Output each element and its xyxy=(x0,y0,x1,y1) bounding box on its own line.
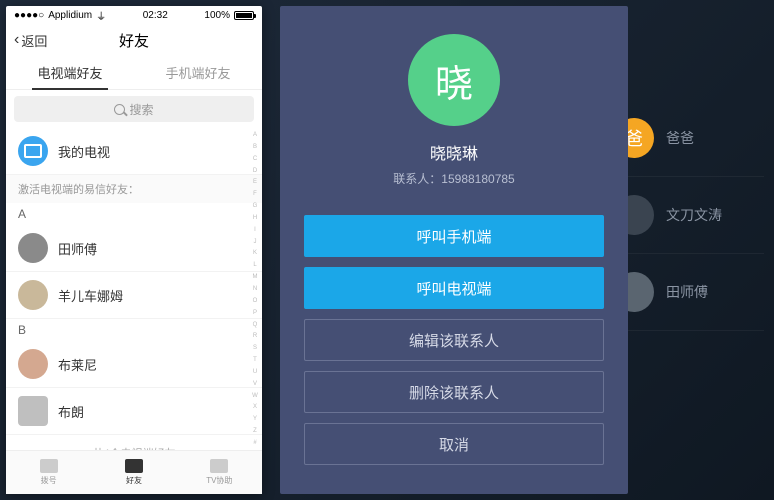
avatar xyxy=(18,280,48,310)
call-tv-button[interactable]: 呼叫电视端 xyxy=(304,267,604,309)
chevron-left-icon: ‹ xyxy=(14,31,19,49)
delete-contact-button[interactable]: 删除该联系人 xyxy=(304,371,604,413)
tv-contact-row[interactable]: 田师傅 xyxy=(614,254,764,331)
contact-name: 布朗 xyxy=(58,402,84,421)
tab-label: 拨号 xyxy=(41,475,57,486)
tab-dial[interactable]: 拨号 xyxy=(6,451,91,494)
search-input[interactable]: 搜索 xyxy=(14,96,254,122)
contact-name: 晓晓琳 xyxy=(430,140,478,164)
alpha-index[interactable]: ABCDEFGHIJKLMNOPQRSTUVWXYZ# xyxy=(250,132,260,446)
contact-name: 布莱尼 xyxy=(58,355,97,374)
search-icon xyxy=(114,104,125,115)
contact-phone: 联系人：15988180785 xyxy=(393,170,514,187)
call-mobile-button[interactable]: 呼叫手机端 xyxy=(304,215,604,257)
signal-dots: ●●●●○ xyxy=(14,10,44,21)
carrier-label: Applidium xyxy=(48,10,92,21)
contact-count: 共4个电视端好友 xyxy=(6,435,262,450)
contact-name: 田师傅 xyxy=(58,239,97,258)
tab-tv-friends[interactable]: 电视端好友 xyxy=(6,56,134,89)
tab-label: 好友 xyxy=(126,475,142,486)
back-button[interactable]: ‹ 返回 xyxy=(14,31,47,50)
tv-contact-name: 爸爸 xyxy=(666,128,694,148)
nav-bar: ‹ 返回 好友 xyxy=(6,24,262,56)
edit-contact-button[interactable]: 编辑该联系人 xyxy=(304,319,604,361)
contact-action-sheet: 晓 晓晓琳 联系人：15988180785 呼叫手机端 呼叫电视端 编辑该联系人… xyxy=(280,6,628,494)
avatar xyxy=(18,233,48,263)
contact-row[interactable]: 布朗 xyxy=(6,388,262,435)
contact-row[interactable]: 羊儿车娜姆 xyxy=(6,272,262,319)
tab-tv-assist[interactable]: TV协助 xyxy=(177,451,262,494)
friends-icon xyxy=(125,459,143,473)
letter-header-b: B xyxy=(6,319,262,341)
tab-friends[interactable]: 好友 xyxy=(91,451,176,494)
tv-contact-row[interactable]: 文刀文涛 xyxy=(614,177,764,254)
my-tv-row[interactable]: 我的电视 xyxy=(6,128,262,175)
contact-row[interactable]: 田师傅 xyxy=(6,225,262,272)
cancel-button[interactable]: 取消 xyxy=(304,423,604,465)
letter-header-a: A xyxy=(6,203,262,225)
tv-icon xyxy=(18,136,48,166)
phone-mockup: ●●●●○ Applidium ⏚ 02:32 100% ‹ 返回 好友 电视端… xyxy=(6,6,262,494)
tv-contact-name: 文刀文涛 xyxy=(666,205,722,225)
tv-assist-icon xyxy=(210,459,228,473)
battery-percent: 100% xyxy=(204,10,230,21)
dial-icon xyxy=(40,459,58,473)
contact-list: ABCDEFGHIJKLMNOPQRSTUVWXYZ# 我的电视 激活电视端的易… xyxy=(6,128,262,450)
back-label: 返回 xyxy=(21,31,47,50)
avatar xyxy=(18,349,48,379)
contact-row[interactable]: 布莱尼 xyxy=(6,341,262,388)
bottom-tab-bar: 拨号 好友 TV协助 xyxy=(6,450,262,494)
tab-label: TV协助 xyxy=(206,475,232,486)
status-bar: ●●●●○ Applidium ⏚ 02:32 100% xyxy=(6,6,262,24)
tab-phone-friends[interactable]: 手机端好友 xyxy=(134,56,262,89)
section-yixin: 激活电视端的易信好友： xyxy=(6,175,262,203)
search-placeholder: 搜索 xyxy=(129,101,153,118)
contact-phone-number: 15988180785 xyxy=(441,172,514,186)
my-tv-label: 我的电视 xyxy=(58,142,110,161)
page-title: 好友 xyxy=(119,30,149,51)
clock-label: 02:32 xyxy=(143,10,168,21)
contact-avatar: 晓 xyxy=(408,34,500,126)
tv-contact-list: 爸 爸爸 文刀文涛 田师傅 xyxy=(614,100,764,331)
tv-contact-name: 田师傅 xyxy=(666,282,708,302)
avatar xyxy=(18,396,48,426)
wifi-icon: ⏚ xyxy=(96,8,106,23)
friend-tabs: 电视端好友 手机端好友 xyxy=(6,56,262,90)
tv-contact-row[interactable]: 爸 爸爸 xyxy=(614,100,764,177)
contact-label-prefix: 联系人： xyxy=(393,172,441,186)
contact-name: 羊儿车娜姆 xyxy=(58,286,123,305)
battery-icon xyxy=(234,11,254,20)
